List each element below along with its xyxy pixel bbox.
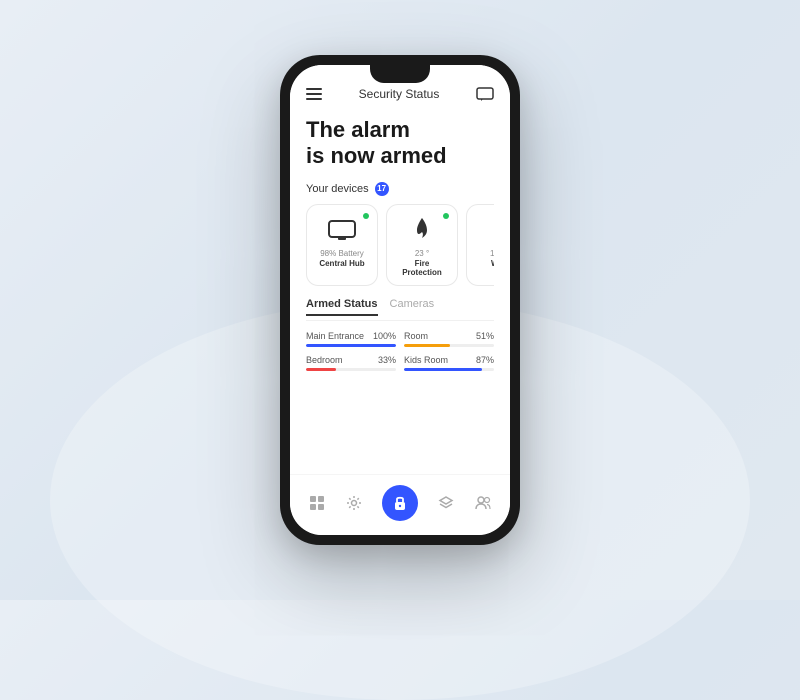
settings-icon (344, 493, 364, 513)
devices-count-badge: 17 (375, 182, 389, 196)
alarm-status-title: The alarm is now armed (306, 117, 494, 170)
main-content: The alarm is now armed Your devices 17 (290, 109, 510, 474)
layers-icon (436, 493, 456, 513)
users-icon (473, 493, 493, 513)
status-tabs: Armed Status Cameras (306, 298, 494, 321)
status-item-kids-room: Kids Room 87% (404, 355, 494, 371)
status-pct-main-entrance: 100% (373, 331, 396, 341)
progress-bar-room (404, 344, 494, 347)
menu-button[interactable] (306, 88, 322, 100)
status-name-room: Room (404, 331, 428, 341)
water-icon (486, 213, 494, 245)
device-card-hub[interactable]: 98% Battery Central Hub (306, 204, 378, 286)
progress-fill-bedroom (306, 368, 336, 371)
chat-button[interactable] (476, 87, 494, 101)
nav-layers[interactable] (436, 493, 456, 513)
device-card-fire[interactable]: 23 ° Fire Protection (386, 204, 458, 286)
fire-stat: 23 ° (415, 249, 429, 258)
hub-icon (326, 213, 358, 245)
fire-name: Fire Protection (395, 259, 449, 277)
nav-settings[interactable] (344, 493, 364, 513)
status-grid: Main Entrance 100% Room 51% (306, 331, 494, 371)
phone-screen: Security Status The alarm is now armed Y… (290, 65, 510, 535)
nav-home[interactable] (307, 493, 327, 513)
grid-icon (307, 493, 327, 513)
progress-bar-bedroom (306, 368, 396, 371)
status-item-bedroom: Bedroom 33% (306, 355, 396, 371)
hub-name: Central Hub (319, 259, 364, 268)
water-name: Water (491, 259, 494, 268)
devices-header: Your devices 17 (306, 182, 494, 196)
status-name-bedroom: Bedroom (306, 355, 343, 365)
status-pct-bedroom: 33% (378, 355, 396, 365)
device-card-water[interactable]: 14% H Water (466, 204, 494, 286)
status-pct-room: 51% (476, 331, 494, 341)
status-dot-fire (443, 213, 449, 219)
lock-icon (382, 485, 418, 521)
nav-lock[interactable] (382, 485, 418, 521)
nav-users[interactable] (473, 493, 493, 513)
water-stat: 14% H (490, 249, 494, 258)
status-section: Armed Status Cameras Main Entrance 100% (306, 298, 494, 371)
phone-notch (370, 65, 430, 83)
progress-fill-main-entrance (306, 344, 396, 347)
phone-frame: Security Status The alarm is now armed Y… (280, 55, 520, 545)
bottom-navigation (290, 474, 510, 535)
status-name-main-entrance: Main Entrance (306, 331, 364, 341)
header-title: Security Status (359, 87, 440, 101)
progress-fill-kids-room (404, 368, 482, 371)
tab-cameras[interactable]: Cameras (390, 298, 435, 316)
devices-section: Your devices 17 (306, 182, 494, 286)
progress-fill-room (404, 344, 450, 347)
progress-bar-kids-room (404, 368, 494, 371)
status-dot-hub (363, 213, 369, 219)
status-item-room: Room 51% (404, 331, 494, 347)
status-name-kids-room: Kids Room (404, 355, 448, 365)
hub-stat: 98% Battery (320, 249, 364, 258)
devices-list: 98% Battery Central Hub 23 ° Fire Protec… (306, 204, 494, 286)
status-pct-kids-room: 87% (476, 355, 494, 365)
flame-icon (406, 213, 438, 245)
status-item-main-entrance: Main Entrance 100% (306, 331, 396, 347)
tab-armed-status[interactable]: Armed Status (306, 298, 378, 316)
devices-label: Your devices (306, 183, 369, 195)
progress-bar-main-entrance (306, 344, 396, 347)
